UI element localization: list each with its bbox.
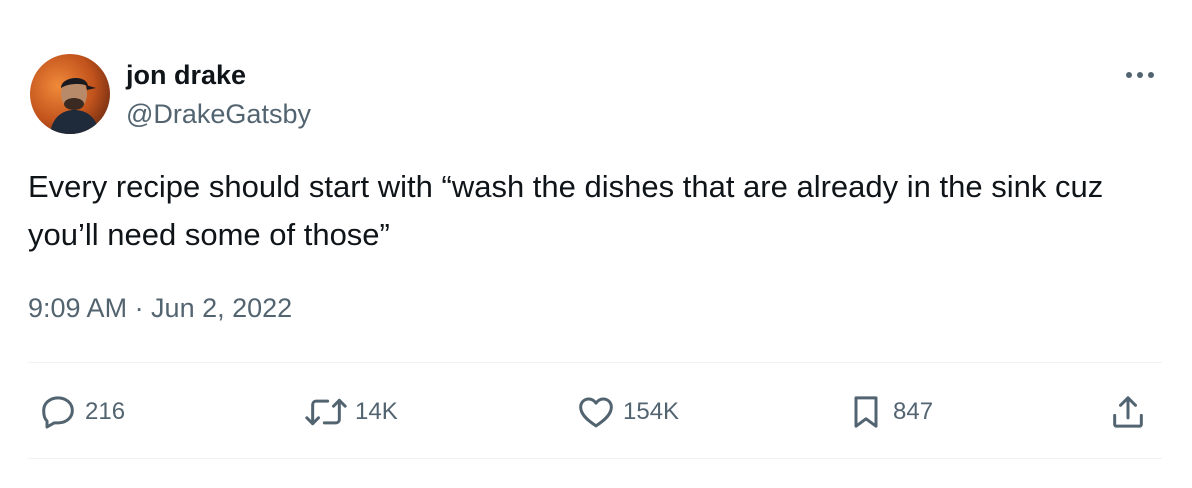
divider [28, 458, 1162, 459]
avatar-photo [30, 54, 110, 134]
repost-count: 14K [355, 398, 398, 425]
author-display-name[interactable]: jon drake [126, 58, 246, 92]
bookmark-count: 847 [893, 398, 934, 425]
share-upload-icon [1113, 396, 1143, 428]
tweet-timestamp[interactable]: 9:09 AM · Jun 2, 2022 [28, 290, 292, 326]
share-button[interactable] [1108, 390, 1148, 434]
more-dots-icon [1126, 72, 1154, 78]
like-button[interactable]: 154K [576, 390, 679, 434]
divider [28, 362, 1162, 363]
more-options-button[interactable] [1118, 60, 1162, 90]
heart-icon [579, 397, 613, 428]
reply-bubble-icon [42, 396, 74, 429]
bookmark-icon [854, 396, 878, 428]
tweet-card: jon drake @DrakeGatsby Every recipe shou… [0, 0, 1192, 488]
repost-button[interactable]: 14K [304, 390, 398, 434]
tweet-text: Every recipe should start with “wash the… [28, 169, 1104, 252]
repost-arrows-icon [305, 398, 347, 426]
author-handle[interactable]: @DrakeGatsby [126, 97, 311, 131]
avatar[interactable] [30, 54, 110, 134]
reply-button[interactable]: 216 [38, 390, 125, 434]
bookmark-button[interactable]: 847 [846, 390, 933, 434]
reply-count: 216 [85, 398, 126, 425]
like-count: 154K [623, 398, 680, 425]
